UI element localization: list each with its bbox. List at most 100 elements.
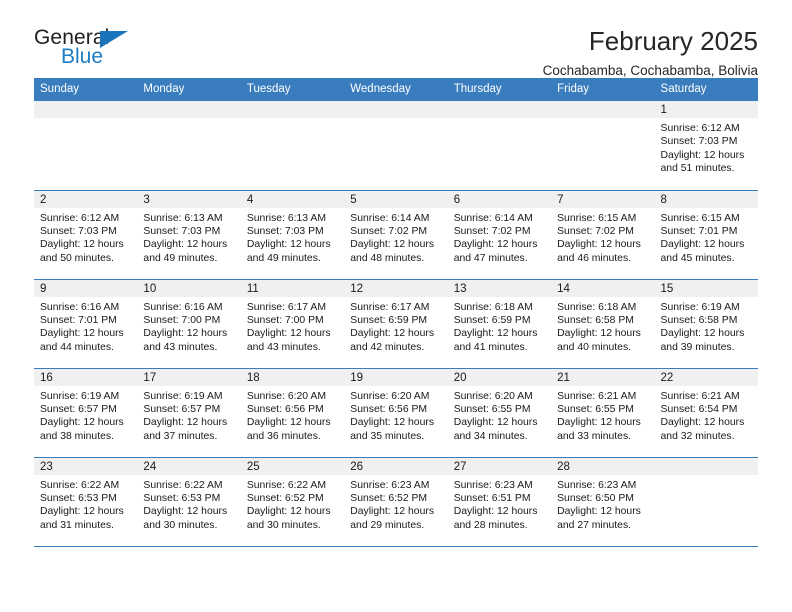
calendar-day-cell[interactable]: 11 Sunrise: 6:17 AM Sunset: 7:00 PM Dayligh… xyxy=(240,279,345,369)
calendar-week-row: 1 Sunrise: 6:12 AM Sunset: 7:03 PM Daylight… xyxy=(34,101,758,191)
calendar-day-cell[interactable]: 25 Sunrise: 6:22 AM Sunset: 6:52 PM Dayligh… xyxy=(240,457,345,547)
calendar-day-cell[interactable]: 23 Sunrise: 6:22 AM Sunset: 6:53 PM Dayligh… xyxy=(34,457,138,547)
daylight-duration-line2: and 37 minutes. xyxy=(143,430,218,442)
calendar-day-cell[interactable]: 7 Sunrise: 6:15 AM Sunset: 7:02 PM Daylight… xyxy=(551,190,655,280)
daylight-duration-line1: Daylight: 12 hours xyxy=(557,417,641,429)
calendar-day-cell[interactable]: 14 Sunrise: 6:18 AM Sunset: 6:58 PM Dayligh… xyxy=(551,279,655,369)
day-details: Sunrise: 6:17 AM Sunset: 6:59 PM Daylight:… xyxy=(344,297,447,355)
daylight-duration-line2: and 43 minutes. xyxy=(246,341,321,353)
sunrise-time: Sunrise: 6:19 AM xyxy=(660,301,740,313)
calendar-day-cell[interactable]: 9 Sunrise: 6:16 AM Sunset: 7:01 PM Daylight… xyxy=(34,279,138,369)
daylight-duration-line2: and 48 minutes. xyxy=(350,252,425,264)
calendar-day-cell-empty xyxy=(34,101,138,191)
day-number: 16 xyxy=(34,368,138,386)
daylight-duration-line1: Daylight: 12 hours xyxy=(143,328,228,340)
day-details xyxy=(344,118,447,122)
daylight-duration-line2: and 29 minutes. xyxy=(350,519,425,531)
sunset-time: Sunset: 6:50 PM xyxy=(557,492,634,504)
daylight-duration-line1: Daylight: 12 hours xyxy=(557,506,641,518)
day-number: 18 xyxy=(240,368,345,386)
day-details: Sunrise: 6:22 AM Sunset: 6:53 PM Daylight:… xyxy=(137,475,240,533)
sunset-time: Sunset: 6:55 PM xyxy=(557,403,634,415)
page-subtitle: Cochabamba, Cochabamba, Bolivia xyxy=(542,63,758,78)
daylight-duration-line1: Daylight: 12 hours xyxy=(557,328,641,340)
sunset-time: Sunset: 7:00 PM xyxy=(143,314,221,326)
day-number xyxy=(551,101,655,118)
calendar-day-cell[interactable]: 5 Sunrise: 6:14 AM Sunset: 7:02 PM Daylight… xyxy=(344,190,448,280)
day-number: 11 xyxy=(240,279,345,297)
daylight-duration-line1: Daylight: 12 hours xyxy=(40,239,124,251)
weekday-header-sunday: Sunday xyxy=(34,78,138,101)
calendar-day-cell[interactable]: 4 Sunrise: 6:13 AM Sunset: 7:03 PM Daylight… xyxy=(240,190,345,280)
calendar-day-cell[interactable]: 17 Sunrise: 6:19 AM Sunset: 6:57 PM Dayligh… xyxy=(137,368,241,458)
daylight-duration-line2: and 30 minutes. xyxy=(143,519,218,531)
calendar-day-cell[interactable]: 28 Sunrise: 6:23 AM Sunset: 6:50 PM Dayligh… xyxy=(551,457,655,547)
calendar-week-row: 2 Sunrise: 6:12 AM Sunset: 7:03 PM Daylight… xyxy=(34,190,758,280)
day-number: 27 xyxy=(447,457,552,475)
logo-flag-icon xyxy=(100,31,128,48)
day-details: Sunrise: 6:21 AM Sunset: 6:55 PM Daylight:… xyxy=(551,386,654,444)
calendar-week-row: 16 Sunrise: 6:19 AM Sunset: 6:57 PM Dayligh… xyxy=(34,368,758,458)
daylight-duration-line1: Daylight: 12 hours xyxy=(660,239,745,251)
calendar-table: Sunday Monday Tuesday Wednesday Thursday… xyxy=(34,78,758,547)
day-number: 8 xyxy=(654,190,758,208)
day-number: 6 xyxy=(447,190,552,208)
sunset-time: Sunset: 6:53 PM xyxy=(40,492,117,504)
calendar-day-cell[interactable]: 20 Sunrise: 6:20 AM Sunset: 6:55 PM Dayligh… xyxy=(447,368,552,458)
sunset-time: Sunset: 6:52 PM xyxy=(246,492,324,504)
calendar-day-cell[interactable]: 24 Sunrise: 6:22 AM Sunset: 6:53 PM Dayligh… xyxy=(137,457,241,547)
day-number: 14 xyxy=(551,279,655,297)
sunset-time: Sunset: 6:58 PM xyxy=(557,314,634,326)
sunrise-time: Sunrise: 6:18 AM xyxy=(453,301,533,313)
daylight-duration-line1: Daylight: 12 hours xyxy=(660,149,745,161)
calendar-day-cell[interactable]: 6 Sunrise: 6:14 AM Sunset: 7:02 PM Daylight… xyxy=(447,190,552,280)
calendar-day-cell[interactable]: 26 Sunrise: 6:23 AM Sunset: 6:52 PM Dayligh… xyxy=(344,457,448,547)
day-details: Sunrise: 6:15 AM Sunset: 7:01 PM Daylight:… xyxy=(655,208,758,266)
calendar-day-cell[interactable]: 13 Sunrise: 6:18 AM Sunset: 6:59 PM Dayligh… xyxy=(447,279,552,369)
day-details: Sunrise: 6:23 AM Sunset: 6:51 PM Daylight:… xyxy=(448,475,551,533)
day-details xyxy=(448,118,551,122)
sunset-time: Sunset: 6:51 PM xyxy=(453,492,531,504)
day-details: Sunrise: 6:16 AM Sunset: 7:00 PM Daylight:… xyxy=(137,297,240,355)
calendar-day-cell[interactable]: 2 Sunrise: 6:12 AM Sunset: 7:03 PM Daylight… xyxy=(34,190,138,280)
daylight-duration-line2: and 35 minutes. xyxy=(350,430,425,442)
calendar-day-cell[interactable]: 27 Sunrise: 6:23 AM Sunset: 6:51 PM Dayligh… xyxy=(447,457,552,547)
calendar-day-cell[interactable]: 19 Sunrise: 6:20 AM Sunset: 6:56 PM Dayligh… xyxy=(344,368,448,458)
daylight-duration-line2: and 46 minutes. xyxy=(557,252,632,264)
calendar-day-cell[interactable]: 3 Sunrise: 6:13 AM Sunset: 7:03 PM Daylight… xyxy=(137,190,241,280)
day-number: 22 xyxy=(654,368,758,386)
calendar-day-cell[interactable]: 21 Sunrise: 6:21 AM Sunset: 6:55 PM Dayligh… xyxy=(551,368,655,458)
day-number: 13 xyxy=(447,279,552,297)
sunrise-time: Sunrise: 6:22 AM xyxy=(40,479,120,491)
day-details: Sunrise: 6:13 AM Sunset: 7:03 PM Daylight:… xyxy=(137,208,240,266)
daylight-duration-line1: Daylight: 12 hours xyxy=(453,506,538,518)
calendar-day-cell[interactable]: 12 Sunrise: 6:17 AM Sunset: 6:59 PM Dayligh… xyxy=(344,279,448,369)
title-block: February 2025 Cochabamba, Cochabamba, Bo… xyxy=(154,26,758,82)
calendar-day-cell[interactable]: 8 Sunrise: 6:15 AM Sunset: 7:01 PM Daylight… xyxy=(654,190,758,280)
daylight-duration-line2: and 30 minutes. xyxy=(246,519,321,531)
calendar-day-cell[interactable]: 10 Sunrise: 6:16 AM Sunset: 7:00 PM Dayligh… xyxy=(137,279,241,369)
daylight-duration-line2: and 45 minutes. xyxy=(660,252,735,264)
daylight-duration-line2: and 49 minutes. xyxy=(246,252,321,264)
day-number: 26 xyxy=(344,457,448,475)
sunrise-time: Sunrise: 6:20 AM xyxy=(350,390,430,402)
daylight-duration-line2: and 51 minutes. xyxy=(660,163,735,175)
day-details: Sunrise: 6:14 AM Sunset: 7:02 PM Daylight:… xyxy=(344,208,447,266)
calendar-day-cell[interactable]: 22 Sunrise: 6:21 AM Sunset: 6:54 PM Dayligh… xyxy=(654,368,758,458)
day-number: 21 xyxy=(551,368,655,386)
day-number xyxy=(654,457,758,475)
day-details xyxy=(34,118,137,122)
calendar-day-cell[interactable]: 15 Sunrise: 6:19 AM Sunset: 6:58 PM Dayligh… xyxy=(654,279,758,369)
day-number: 1 xyxy=(654,101,758,118)
page-header: General Blue February 2025 Cochabamba, C… xyxy=(34,0,758,78)
calendar-day-cell[interactable]: 1 Sunrise: 6:12 AM Sunset: 7:03 PM Daylight… xyxy=(654,101,758,191)
day-details: Sunrise: 6:17 AM Sunset: 7:00 PM Daylight:… xyxy=(241,297,344,355)
sunrise-time: Sunrise: 6:22 AM xyxy=(143,479,223,491)
day-number: 17 xyxy=(137,368,241,386)
sunrise-time: Sunrise: 6:23 AM xyxy=(350,479,430,491)
calendar-day-cell[interactable]: 18 Sunrise: 6:20 AM Sunset: 6:56 PM Dayligh… xyxy=(240,368,345,458)
calendar-day-cell[interactable]: 16 Sunrise: 6:19 AM Sunset: 6:57 PM Dayligh… xyxy=(34,368,138,458)
daylight-duration-line2: and 49 minutes. xyxy=(143,252,218,264)
day-details xyxy=(551,118,654,122)
day-number: 15 xyxy=(654,279,758,297)
